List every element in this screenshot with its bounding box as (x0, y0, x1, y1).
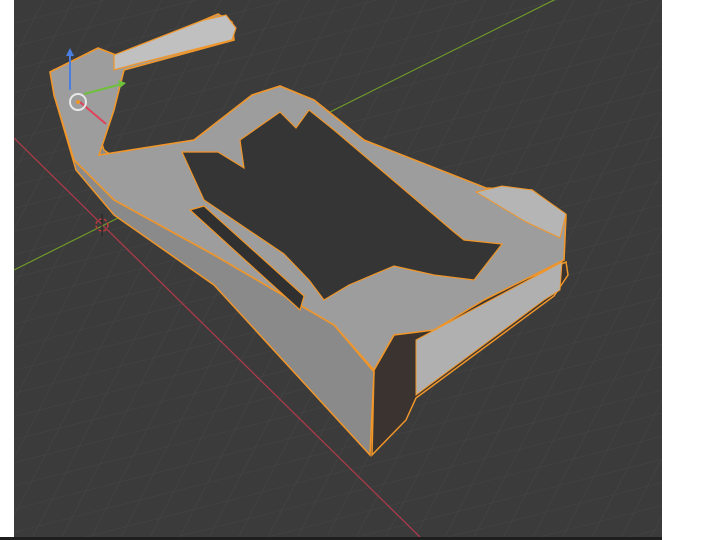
3d-viewport[interactable] (14, 0, 662, 537)
viewport-canvas[interactable] (14, 0, 662, 537)
